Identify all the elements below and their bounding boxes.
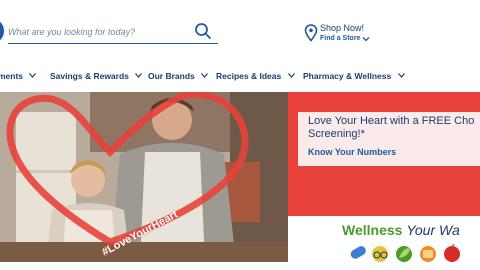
chevron-down-icon [397, 73, 405, 78]
wellness-title: Wellness Your Wa [342, 222, 460, 238]
site-header: Shop Now! Find a Store [0, 0, 480, 62]
wellness-icons [350, 243, 460, 262]
bike-icon [372, 246, 388, 262]
promo-panel: Love Your Heart with a FREE Cho Screenin… [288, 92, 480, 216]
hero-banner[interactable]: #LoveYourHeart [0, 92, 288, 262]
nav-item-label: Pharmacy & Wellness [303, 71, 392, 81]
promo-headline: Love Your Heart with a FREE Cho Screenin… [308, 115, 475, 140]
apple-icon [444, 243, 460, 262]
wellness-banner[interactable]: Wellness Your Wa [288, 216, 480, 270]
chevron-down-icon [201, 73, 209, 78]
search-bar [8, 20, 218, 44]
main-nav: ments Savings & Rewards Our Brands Recip… [0, 66, 480, 88]
chevron-down-icon [362, 37, 370, 42]
map-pin-icon [304, 24, 318, 42]
find-store-label: Find a Store [320, 35, 361, 42]
nav-item-departments[interactable]: ments [0, 71, 37, 81]
know-your-numbers-link[interactable]: Know Your Numbers [308, 147, 396, 157]
nav-item-label: Savings & Rewards [50, 71, 129, 81]
nav-item-pharmacy-wellness[interactable]: Pharmacy & Wellness [303, 71, 405, 81]
find-store-button[interactable]: Shop Now! Find a Store [304, 23, 384, 46]
bread-icon [420, 246, 436, 262]
wellness-word: Wellness [342, 222, 403, 238]
nav-item-label: Our Brands [148, 71, 195, 81]
chevron-down-icon [29, 73, 37, 78]
chevron-down-icon [287, 73, 295, 78]
nav-item-label: Recipes & Ideas [216, 71, 282, 81]
shop-now-label: Shop Now! [320, 23, 365, 33]
search-input[interactable] [8, 22, 188, 42]
pill-icon [350, 246, 366, 259]
store-logo[interactable] [0, 20, 4, 42]
chevron-down-icon [135, 73, 143, 78]
nav-item-label: ments [0, 71, 24, 81]
nav-item-savings-rewards[interactable]: Savings & Rewards [50, 71, 143, 81]
leaf-icon [396, 246, 412, 262]
promo-card: Love Your Heart with a FREE Cho Screenin… [298, 112, 480, 166]
search-icon[interactable] [194, 22, 212, 40]
wellness-tagline: Your Wa [406, 222, 460, 238]
nav-item-our-brands[interactable]: Our Brands [148, 71, 209, 81]
nav-item-recipes-ideas[interactable]: Recipes & Ideas [216, 71, 295, 81]
